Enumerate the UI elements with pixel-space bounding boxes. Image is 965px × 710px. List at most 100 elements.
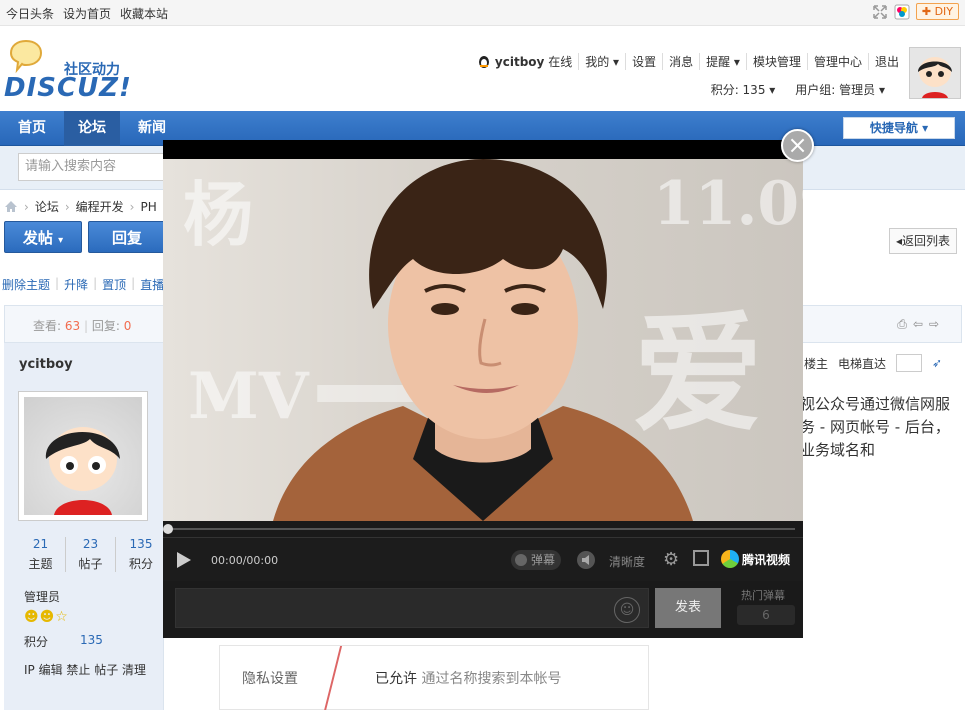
author-admin-ops[interactable]: IP 编辑 禁止 帖子 清理 (24, 661, 146, 678)
admin-live[interactable]: 直播 (140, 276, 164, 293)
tencent-video-icon (721, 550, 739, 568)
usergroup-menu[interactable]: 用户组: 管理员 ▾ (795, 81, 885, 98)
gear-icon[interactable]: ⚙ (663, 550, 679, 570)
floor-jump-input[interactable] (896, 354, 923, 372)
points-menu[interactable]: 积分: 135 ▾ (711, 81, 776, 98)
next-thread-icon[interactable]: ⇨ (929, 317, 939, 332)
menu-my[interactable]: 我的 ▾ (578, 53, 625, 70)
points-label: 积分: 135 (710, 83, 766, 97)
points-value: 135 (80, 633, 103, 647)
prev-thread-icon[interactable]: ⇦ (913, 317, 923, 332)
star-icon: ☆ (55, 609, 69, 625)
menu-admin-center[interactable]: 管理中心 (806, 53, 868, 70)
breadcrumb-separator: › (64, 199, 70, 214)
site-logo[interactable]: 社区动力 DISCUZ! (4, 37, 139, 107)
author-stat-points[interactable]: 135 积分 (116, 537, 166, 572)
brand-label: 腾讯视频 (742, 552, 791, 567)
privacy-setting-row: 隐私设置 已允许 通过名称搜索到本帐号 (219, 645, 649, 710)
header-avatar[interactable] (909, 47, 961, 99)
stat-value: 23 (82, 537, 99, 551)
play-icon[interactable] (173, 550, 193, 570)
privacy-hint: 通过名称搜索到本帐号 (421, 671, 562, 687)
author-group[interactable]: 管理员 (24, 588, 60, 605)
admin-bump[interactable]: 升降 (64, 276, 88, 293)
danmaku-toggle[interactable]: 弹幕 (511, 550, 562, 570)
print-icon[interactable]: ⎙ (897, 317, 907, 332)
admin-delete-thread[interactable]: 删除主题 (2, 276, 50, 293)
quick-nav-label: 快捷导航 (869, 121, 918, 135)
top-link-homepage[interactable]: 设为首页 (63, 5, 111, 22)
admin-actions: 删除主题 | 升降 | 置顶 | 直播 (2, 276, 164, 293)
site-header: 社区动力 DISCUZ! ycitboy 在线 我的 ▾ 设置 消息 提醒 ▾ … (0, 27, 965, 111)
send-danmaku-button[interactable]: 发表 (655, 588, 721, 628)
thread-tools: ⎙ ⇦ ⇨ (897, 317, 939, 332)
video-progress-bar[interactable] (163, 521, 803, 537)
reply-button[interactable]: 回复 (88, 221, 166, 253)
nav-forum[interactable]: 论坛 (64, 111, 120, 146)
privacy-value: 已允许 通过名称搜索到本帐号 (375, 668, 561, 688)
avatar-cartoon-icon (910, 48, 960, 98)
jump-label: 电梯直达 (838, 356, 887, 371)
user-links: ycitboy 在线 我的 ▾ 设置 消息 提醒 ▾ 模块管理 管理中心 退出 (471, 53, 905, 70)
jump-arrow-icon[interactable]: ➶ (932, 356, 942, 370)
close-icon[interactable]: × (781, 129, 814, 162)
thread-stats: 查看: 63 | 回复: 0 (33, 317, 131, 334)
author-stat-posts[interactable]: 23 帖子 (66, 537, 116, 572)
author-name[interactable]: ycitboy (19, 357, 73, 372)
author-stats: 21 主题 23 帖子 135 积分 (16, 537, 166, 572)
views-count: 63 (64, 319, 81, 333)
username-link[interactable]: ycitboy (495, 55, 544, 69)
top-toolbar: 今日头条 设为首页 收藏本站 ✚ DIY (0, 0, 965, 26)
breadcrumb-separator: › (24, 199, 29, 214)
points-label: 积分 (24, 635, 49, 649)
author-stat-threads[interactable]: 21 主题 (16, 537, 66, 572)
video-person-image (273, 159, 693, 521)
avatar-cartoon-icon (45, 427, 120, 515)
menu-settings[interactable]: 设置 (625, 53, 662, 70)
chevron-down-icon: ▾ (58, 235, 64, 246)
home-icon[interactable] (4, 200, 18, 213)
progress-track[interactable] (171, 528, 795, 530)
video-frame[interactable]: 杨 11.09 MV 爱 一 (163, 159, 803, 521)
quick-nav-button[interactable]: 快捷导航 ▾ (843, 117, 955, 139)
menu-messages[interactable]: 消息 (662, 53, 699, 70)
menu-reminders[interactable]: 提醒 ▾ (699, 53, 746, 70)
hot-danmaku-count[interactable]: 6 (737, 605, 795, 625)
qq-penguin-icon (479, 56, 490, 68)
menu-module-admin[interactable]: 模块管理 (745, 53, 807, 70)
floor-label: 楼主 (804, 356, 829, 371)
danmaku-input[interactable]: ☺ (175, 588, 649, 628)
rank-icons: ☻☻☆ (24, 609, 69, 625)
hot-danmaku-label: 热门弹幕 (741, 589, 785, 602)
breadcrumb-php[interactable]: PH (140, 200, 156, 214)
menu-logout[interactable]: 退出 (867, 53, 905, 70)
progress-knob[interactable] (163, 524, 173, 534)
user-status: ycitboy 在线 (471, 53, 578, 70)
tencent-video-logo[interactable]: 腾讯视频 (721, 550, 790, 568)
admin-sticky[interactable]: 置顶 (102, 276, 126, 293)
volume-icon[interactable] (577, 551, 595, 569)
diy-button[interactable]: ✚ DIY (915, 3, 959, 20)
top-link-toutiao[interactable]: 今日头条 (6, 5, 54, 22)
fullscreen-icon[interactable] (693, 550, 709, 566)
breadcrumb-forum[interactable]: 论坛 (35, 198, 59, 215)
breadcrumb-dev[interactable]: 编程开发 (76, 198, 124, 215)
breadcrumb-separator: › (129, 199, 135, 214)
diy-label: DIY (934, 5, 953, 18)
new-post-button[interactable]: 发帖 ▾ (4, 221, 82, 253)
top-link-bookmark[interactable]: 收藏本站 (120, 5, 168, 22)
stat-label: 积分 (128, 557, 153, 571)
author-avatar[interactable] (18, 391, 148, 521)
fullscreen-icon[interactable] (872, 4, 888, 20)
breadcrumb: › 论坛 › 编程开发 › PH (4, 198, 157, 215)
author-points: 积分 135 (24, 633, 103, 650)
post-meta: 楼主 电梯直达 ➶ (804, 354, 942, 372)
stat-label: 帖子 (78, 557, 103, 571)
quality-selector[interactable]: 清晰度 (609, 553, 645, 570)
emoji-icon[interactable]: ☺ (614, 597, 640, 623)
privacy-status: 已允许 (375, 671, 417, 687)
stat-value: 21 (32, 537, 49, 551)
back-to-list-button[interactable]: ◂返回列表 (888, 228, 957, 254)
color-theme-icon[interactable] (894, 4, 910, 20)
nav-home[interactable]: 首页 (4, 111, 60, 146)
